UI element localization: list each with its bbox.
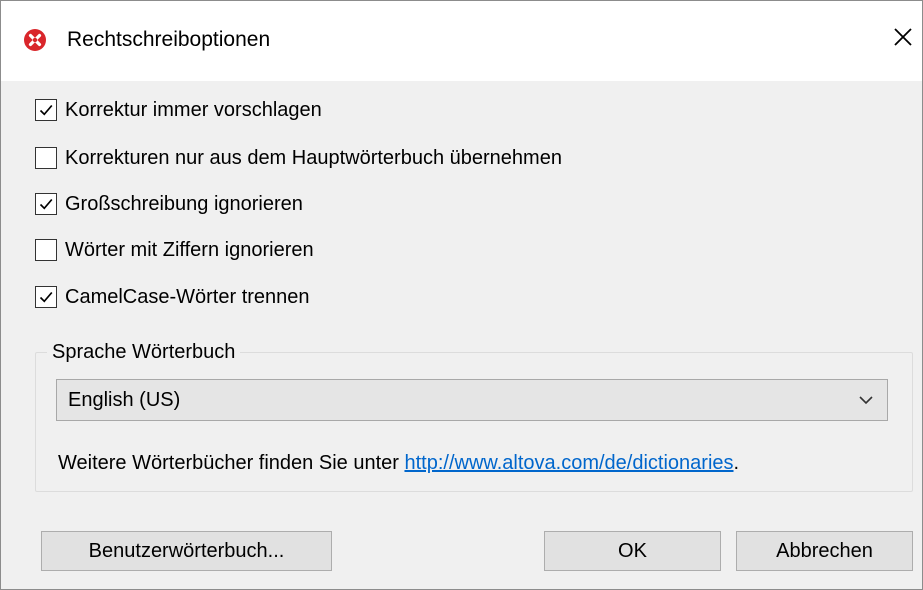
spelling-options-dialog: Rechtschreiboptionen Korrektur immer vor… — [0, 0, 923, 590]
checkmark-icon — [39, 291, 53, 303]
option-main-dictionary-only[interactable]: Korrekturen nur aus dem Hauptwörterbuch … — [35, 144, 562, 172]
altova-app-icon — [24, 29, 46, 51]
checkmark-icon — [39, 104, 53, 116]
dictionary-language-select[interactable]: English (US) — [56, 379, 888, 421]
checkbox-ignore-digits[interactable] — [35, 239, 57, 261]
option-label: CamelCase-Wörter trennen — [65, 285, 310, 308]
checkmark-icon — [39, 198, 53, 210]
option-label: Korrekturen nur aus dem Hauptwörterbuch … — [65, 146, 562, 169]
option-label: Korrektur immer vorschlagen — [65, 98, 322, 121]
option-label: Wörter mit Ziffern ignorieren — [65, 238, 314, 261]
cancel-button[interactable]: Abbrechen — [736, 531, 913, 571]
info-suffix: . — [733, 452, 740, 474]
checkbox-ignore-capitalization[interactable] — [35, 193, 57, 215]
selected-language: English (US) — [68, 388, 181, 411]
ok-button[interactable]: OK — [544, 531, 721, 571]
title-bar: Rechtschreiboptionen — [1, 1, 922, 81]
close-icon — [893, 27, 913, 52]
dictionary-group-label: Sprache Wörterbuch — [47, 339, 241, 365]
option-ignore-capitalization[interactable]: Großschreibung ignorieren — [35, 190, 303, 218]
option-label: Großschreibung ignorieren — [65, 192, 303, 215]
option-split-camelcase[interactable]: CamelCase-Wörter trennen — [35, 283, 310, 311]
checkbox-main-dictionary-only[interactable] — [35, 147, 57, 169]
dictionaries-link[interactable]: http://www.altova.com/de/dictionaries — [404, 452, 733, 474]
user-dictionary-button[interactable]: Benutzerwörterbuch... — [41, 531, 332, 571]
checkbox-always-suggest[interactable] — [35, 99, 57, 121]
window-title: Rechtschreiboptionen — [67, 28, 271, 51]
chevron-down-icon — [858, 393, 874, 412]
info-text: Weitere Wörterbücher finden Sie unter — [58, 452, 405, 474]
checkbox-split-camelcase[interactable] — [35, 286, 57, 308]
option-ignore-digits[interactable]: Wörter mit Ziffern ignorieren — [35, 236, 314, 264]
option-always-suggest[interactable]: Korrektur immer vorschlagen — [35, 96, 322, 124]
more-dictionaries-info: Weitere Wörterbücher finden Sie unter ht… — [58, 450, 739, 476]
close-button[interactable] — [885, 19, 921, 59]
